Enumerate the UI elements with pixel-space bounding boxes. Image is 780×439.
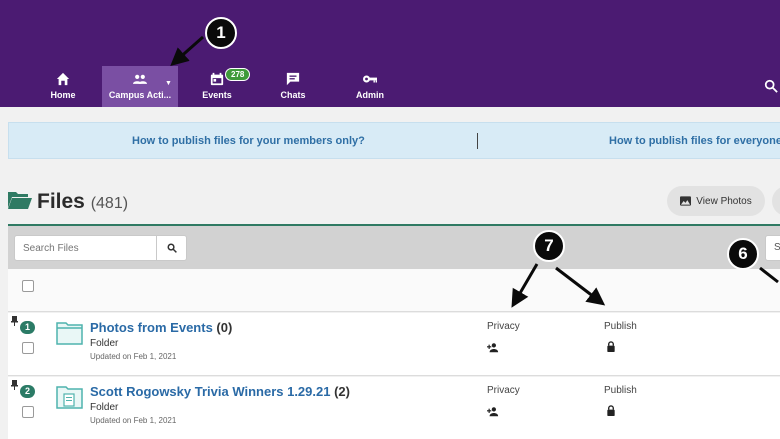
file-name-text[interactable]: Photos from Events (90, 320, 213, 335)
publish-members-only-link[interactable]: How to publish files for your members on… (132, 135, 365, 147)
view-photos-label: View Photos (696, 195, 752, 207)
search-files-button[interactable] (156, 235, 187, 261)
nav-events-label: Events (202, 90, 232, 100)
page-title: Files (481) (37, 190, 128, 214)
search-icon[interactable] (764, 79, 778, 93)
chevron-down-icon[interactable]: ▼ (165, 80, 172, 87)
privacy-label: Privacy (487, 321, 520, 332)
banner-divider (477, 133, 478, 149)
file-name-text[interactable]: Scott Rogowsky Trivia Winners 1.29.21 (90, 384, 330, 399)
search-files-input[interactable] (14, 235, 157, 261)
nav-campus-activities-label: Campus Acti... (108, 90, 172, 100)
folder-icon (56, 322, 83, 345)
file-updated-date: Updated on Feb 1, 2021 (90, 352, 177, 361)
annotation-step-6: 6 (727, 238, 759, 270)
top-nav-bar: Home Campus Acti... ▼ Events 278 Chats A… (0, 0, 780, 107)
file-type: Folder (90, 338, 119, 349)
table-row[interactable]: 1 Photos from Events (0) Folder Updated … (8, 313, 780, 376)
row-number-badge: 1 (20, 321, 35, 334)
nav-chats[interactable]: Chats (273, 66, 313, 107)
nav-campus-activities[interactable]: Campus Acti... ▼ (102, 66, 178, 107)
folder-open-icon (8, 192, 32, 209)
home-icon (56, 72, 70, 86)
list-header (8, 269, 780, 312)
document-folder-icon (56, 386, 83, 409)
row-number-badge: 2 (20, 385, 35, 398)
file-name-link[interactable]: Scott Rogowsky Trivia Winners 1.29.21 (2… (90, 384, 350, 399)
file-updated-date: Updated on Feb 1, 2021 (90, 416, 177, 425)
members-only-icon[interactable] (487, 342, 499, 353)
privacy-label: Privacy (487, 385, 520, 396)
annotation-step-7: 7 (533, 230, 565, 262)
row-checkbox[interactable] (22, 406, 34, 418)
nav-home-label: Home (50, 90, 76, 100)
publish-label: Publish (604, 321, 637, 332)
file-item-count: (2) (334, 384, 350, 399)
file-name-link[interactable]: Photos from Events (0) (90, 320, 232, 335)
lock-icon[interactable] (605, 341, 617, 352)
nav-admin-label: Admin (356, 90, 384, 100)
info-banner: How to publish files for your members on… (8, 122, 780, 159)
chat-icon (286, 72, 300, 86)
key-icon (363, 75, 377, 83)
people-icon (133, 74, 147, 84)
files-count: (481) (90, 195, 129, 212)
files-title: Files (37, 190, 85, 213)
table-row[interactable]: 2 Scott Rogowsky Trivia Winners 1.29.21 … (8, 377, 780, 439)
view-photos-button[interactable]: View Photos (667, 186, 765, 216)
row-checkbox[interactable] (22, 342, 34, 354)
image-icon (680, 196, 692, 206)
pin-icon[interactable] (11, 380, 18, 390)
lock-icon[interactable] (605, 405, 617, 416)
files-toolbar: S (8, 226, 780, 269)
nav-admin[interactable]: Admin (350, 66, 390, 107)
nav-chats-label: Chats (280, 90, 306, 100)
nav-home[interactable]: Home (43, 66, 83, 107)
more-actions-button[interactable] (772, 186, 780, 216)
publish-everyone-link[interactable]: How to publish files for everyone t (609, 135, 780, 147)
pin-icon[interactable] (11, 316, 18, 326)
select-all-checkbox[interactable] (22, 280, 34, 292)
search-icon (167, 243, 177, 253)
events-count-badge: 278 (225, 68, 251, 81)
file-item-count: (0) (216, 320, 233, 335)
nav-events[interactable]: Events 278 (197, 66, 251, 107)
calendar-icon (210, 72, 224, 86)
publish-label: Publish (604, 385, 637, 396)
annotation-step-1: 1 (205, 17, 237, 49)
sort-select[interactable]: S (765, 235, 780, 261)
file-type: Folder (90, 402, 119, 413)
members-only-icon[interactable] (487, 406, 499, 417)
